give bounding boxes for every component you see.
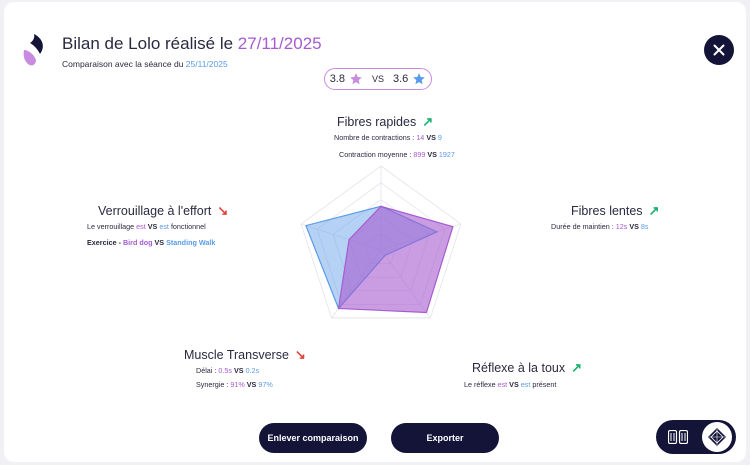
muscle-transverse-detail-1: Délai : 0.5s VS 0.2s — [196, 366, 259, 375]
current-value: est — [497, 380, 508, 389]
radar-view-icon — [708, 428, 726, 446]
detail-label: Exercice - — [87, 238, 121, 247]
score-previous: 3.6 — [393, 73, 409, 85]
fibres-lentes-title: Fibres lentes — [571, 204, 643, 218]
muscle-transverse-detail-2: Synergie : 91% VS 97% — [196, 380, 273, 389]
score-current: 3.8 — [329, 73, 345, 85]
page-subtitle: Comparaison avec la séance du 25/11/2025 — [62, 59, 228, 69]
trend-up-icon: ↗ — [648, 203, 660, 218]
detail-suffix: fonctionnel — [170, 222, 206, 231]
current-value: 14 — [416, 133, 425, 142]
trend-up-icon: ↗ — [422, 114, 434, 129]
verrouillage-detail-1: Le verrouillage est VS est fonctionnel — [87, 222, 206, 231]
fibres-rapides-detail-1: Nombre de contractions : 14 VS 9 — [334, 133, 442, 142]
vs-label: VS — [233, 366, 244, 375]
title-prefix: Bilan de Lolo réalisé le — [62, 34, 238, 53]
subtitle-prefix: Comparaison avec la séance du — [62, 59, 186, 69]
reflexe-toux-title: Réflexe à la toux — [472, 361, 566, 375]
view-toggle[interactable] — [656, 420, 736, 454]
score-comparison: 3.8 VS 3.6 — [324, 68, 432, 90]
page-title: Bilan de Lolo réalisé le 27/11/2025 — [62, 34, 322, 54]
star-icon — [413, 73, 426, 85]
vs-label: VS — [154, 238, 165, 247]
radar-view-knob[interactable] — [702, 422, 732, 452]
label-fibres-lentes: Fibres lentes ↗ — [571, 203, 659, 219]
detail-label: Délai : — [196, 366, 217, 375]
vs-label: VS — [629, 222, 639, 231]
trend-down-icon: ↘ — [294, 347, 306, 362]
verrouillage-title: Verrouillage à l'effort — [98, 204, 212, 218]
compare-view-icon[interactable] — [668, 430, 688, 444]
radar-chart — [300, 165, 462, 319]
vs-label: VS — [426, 133, 436, 142]
fibres-rapides-title: Fibres rapides — [337, 115, 417, 129]
score-vs: VS — [371, 74, 384, 84]
label-reflexe-toux: Réflexe à la toux ↗ — [472, 360, 582, 376]
label-fibres-rapides: Fibres rapides ↗ — [337, 114, 433, 130]
detail-label: Nombre de contractions : — [334, 133, 415, 142]
app-logo-icon — [23, 34, 43, 66]
previous-value: 9 — [437, 133, 442, 142]
vs-label: VS — [246, 380, 257, 389]
bilan-card: Bilan de Lolo réalisé le 27/11/2025 Comp… — [4, 2, 746, 462]
trend-up-icon: ↗ — [571, 360, 583, 375]
previous-value: Standing Walk — [166, 238, 216, 247]
current-value: Bird dog — [122, 238, 153, 247]
previous-value: est — [520, 380, 531, 389]
detail-label: Durée de maintien : — [551, 222, 614, 231]
current-value: 91% — [230, 380, 245, 389]
vs-label: VS — [509, 380, 519, 389]
vs-label: VS — [147, 222, 158, 231]
current-value: 12s — [615, 222, 628, 231]
label-muscle-transverse: Muscle Transverse ↘ — [184, 347, 306, 363]
current-value: est — [136, 222, 146, 231]
close-icon — [713, 44, 725, 56]
detail-label: Le réflexe — [464, 380, 496, 389]
previous-value: 97% — [258, 380, 273, 389]
trend-down-icon: ↘ — [217, 203, 229, 218]
reflexe-toux-detail-1: Le réflexe est VS est présent — [464, 380, 556, 389]
close-button[interactable] — [704, 35, 734, 65]
previous-value: est — [159, 222, 169, 231]
current-value: 0.5s — [218, 366, 232, 375]
subtitle-date: 25/11/2025 — [185, 59, 228, 69]
verrouillage-detail-2: Exercice - Bird dog VS Standing Walk — [87, 238, 215, 247]
detail-label: Le verrouillage — [87, 222, 135, 231]
previous-value: 0.2s — [245, 366, 260, 375]
detail-label: Synergie : — [196, 380, 229, 389]
label-verrouillage: Verrouillage à l'effort ↘ — [98, 203, 228, 219]
muscle-transverse-title: Muscle Transverse — [184, 348, 289, 362]
remove-comparison-button[interactable]: Enlever comparaison — [259, 423, 367, 453]
detail-suffix: présent — [532, 380, 557, 389]
star-icon — [350, 73, 362, 85]
export-button[interactable]: Exporter — [391, 423, 499, 453]
previous-value: 8s — [640, 222, 649, 231]
fibres-lentes-detail-1: Durée de maintien : 12s VS 8s — [551, 222, 649, 231]
title-date: 27/11/2025 — [237, 34, 322, 53]
